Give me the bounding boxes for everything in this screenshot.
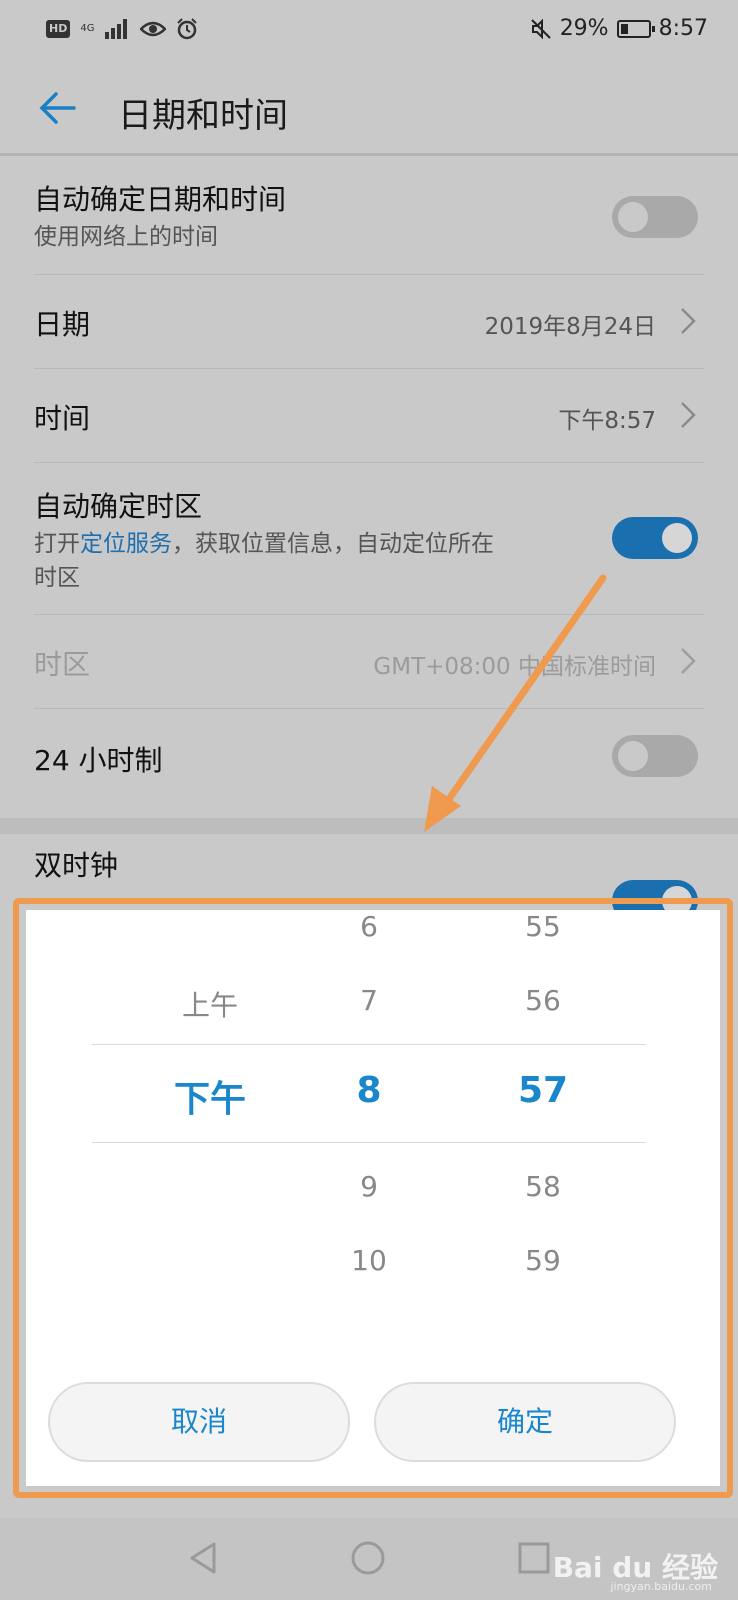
nav-back-icon[interactable] xyxy=(184,1538,224,1578)
hour-selected[interactable]: 8 xyxy=(299,1070,439,1111)
minute-option[interactable]: 58 xyxy=(473,1170,613,1203)
ampm-option-am[interactable]: 上午 xyxy=(140,984,280,1024)
hour-option[interactable]: 10 xyxy=(299,1244,439,1277)
minute-option[interactable]: 55 xyxy=(473,910,613,943)
nav-home-icon[interactable] xyxy=(348,1538,388,1578)
hour-option[interactable]: 9 xyxy=(299,1170,439,1203)
selection-line-bottom xyxy=(92,1142,646,1143)
ampm-selected[interactable]: 下午 xyxy=(140,1070,280,1122)
confirm-button[interactable]: 确定 xyxy=(374,1382,676,1462)
minute-selected[interactable]: 57 xyxy=(473,1070,613,1111)
hour-option[interactable]: 6 xyxy=(299,910,439,943)
watermark-url: jingyan.baidu.com xyxy=(610,1580,712,1593)
hour-option[interactable]: 7 xyxy=(299,984,439,1017)
cancel-button[interactable]: 取消 xyxy=(48,1382,350,1462)
minute-option[interactable]: 56 xyxy=(473,984,613,1017)
nav-recents-icon[interactable] xyxy=(514,1538,554,1578)
selection-line-top xyxy=(92,1044,646,1045)
minute-option[interactable]: 59 xyxy=(473,1244,613,1277)
navigation-bar: Bai du 经验 jingyan.baidu.com xyxy=(0,1518,738,1600)
time-picker-dialog: 上午 下午 6 7 8 9 10 55 56 57 58 59 取消 确定 xyxy=(26,910,720,1486)
